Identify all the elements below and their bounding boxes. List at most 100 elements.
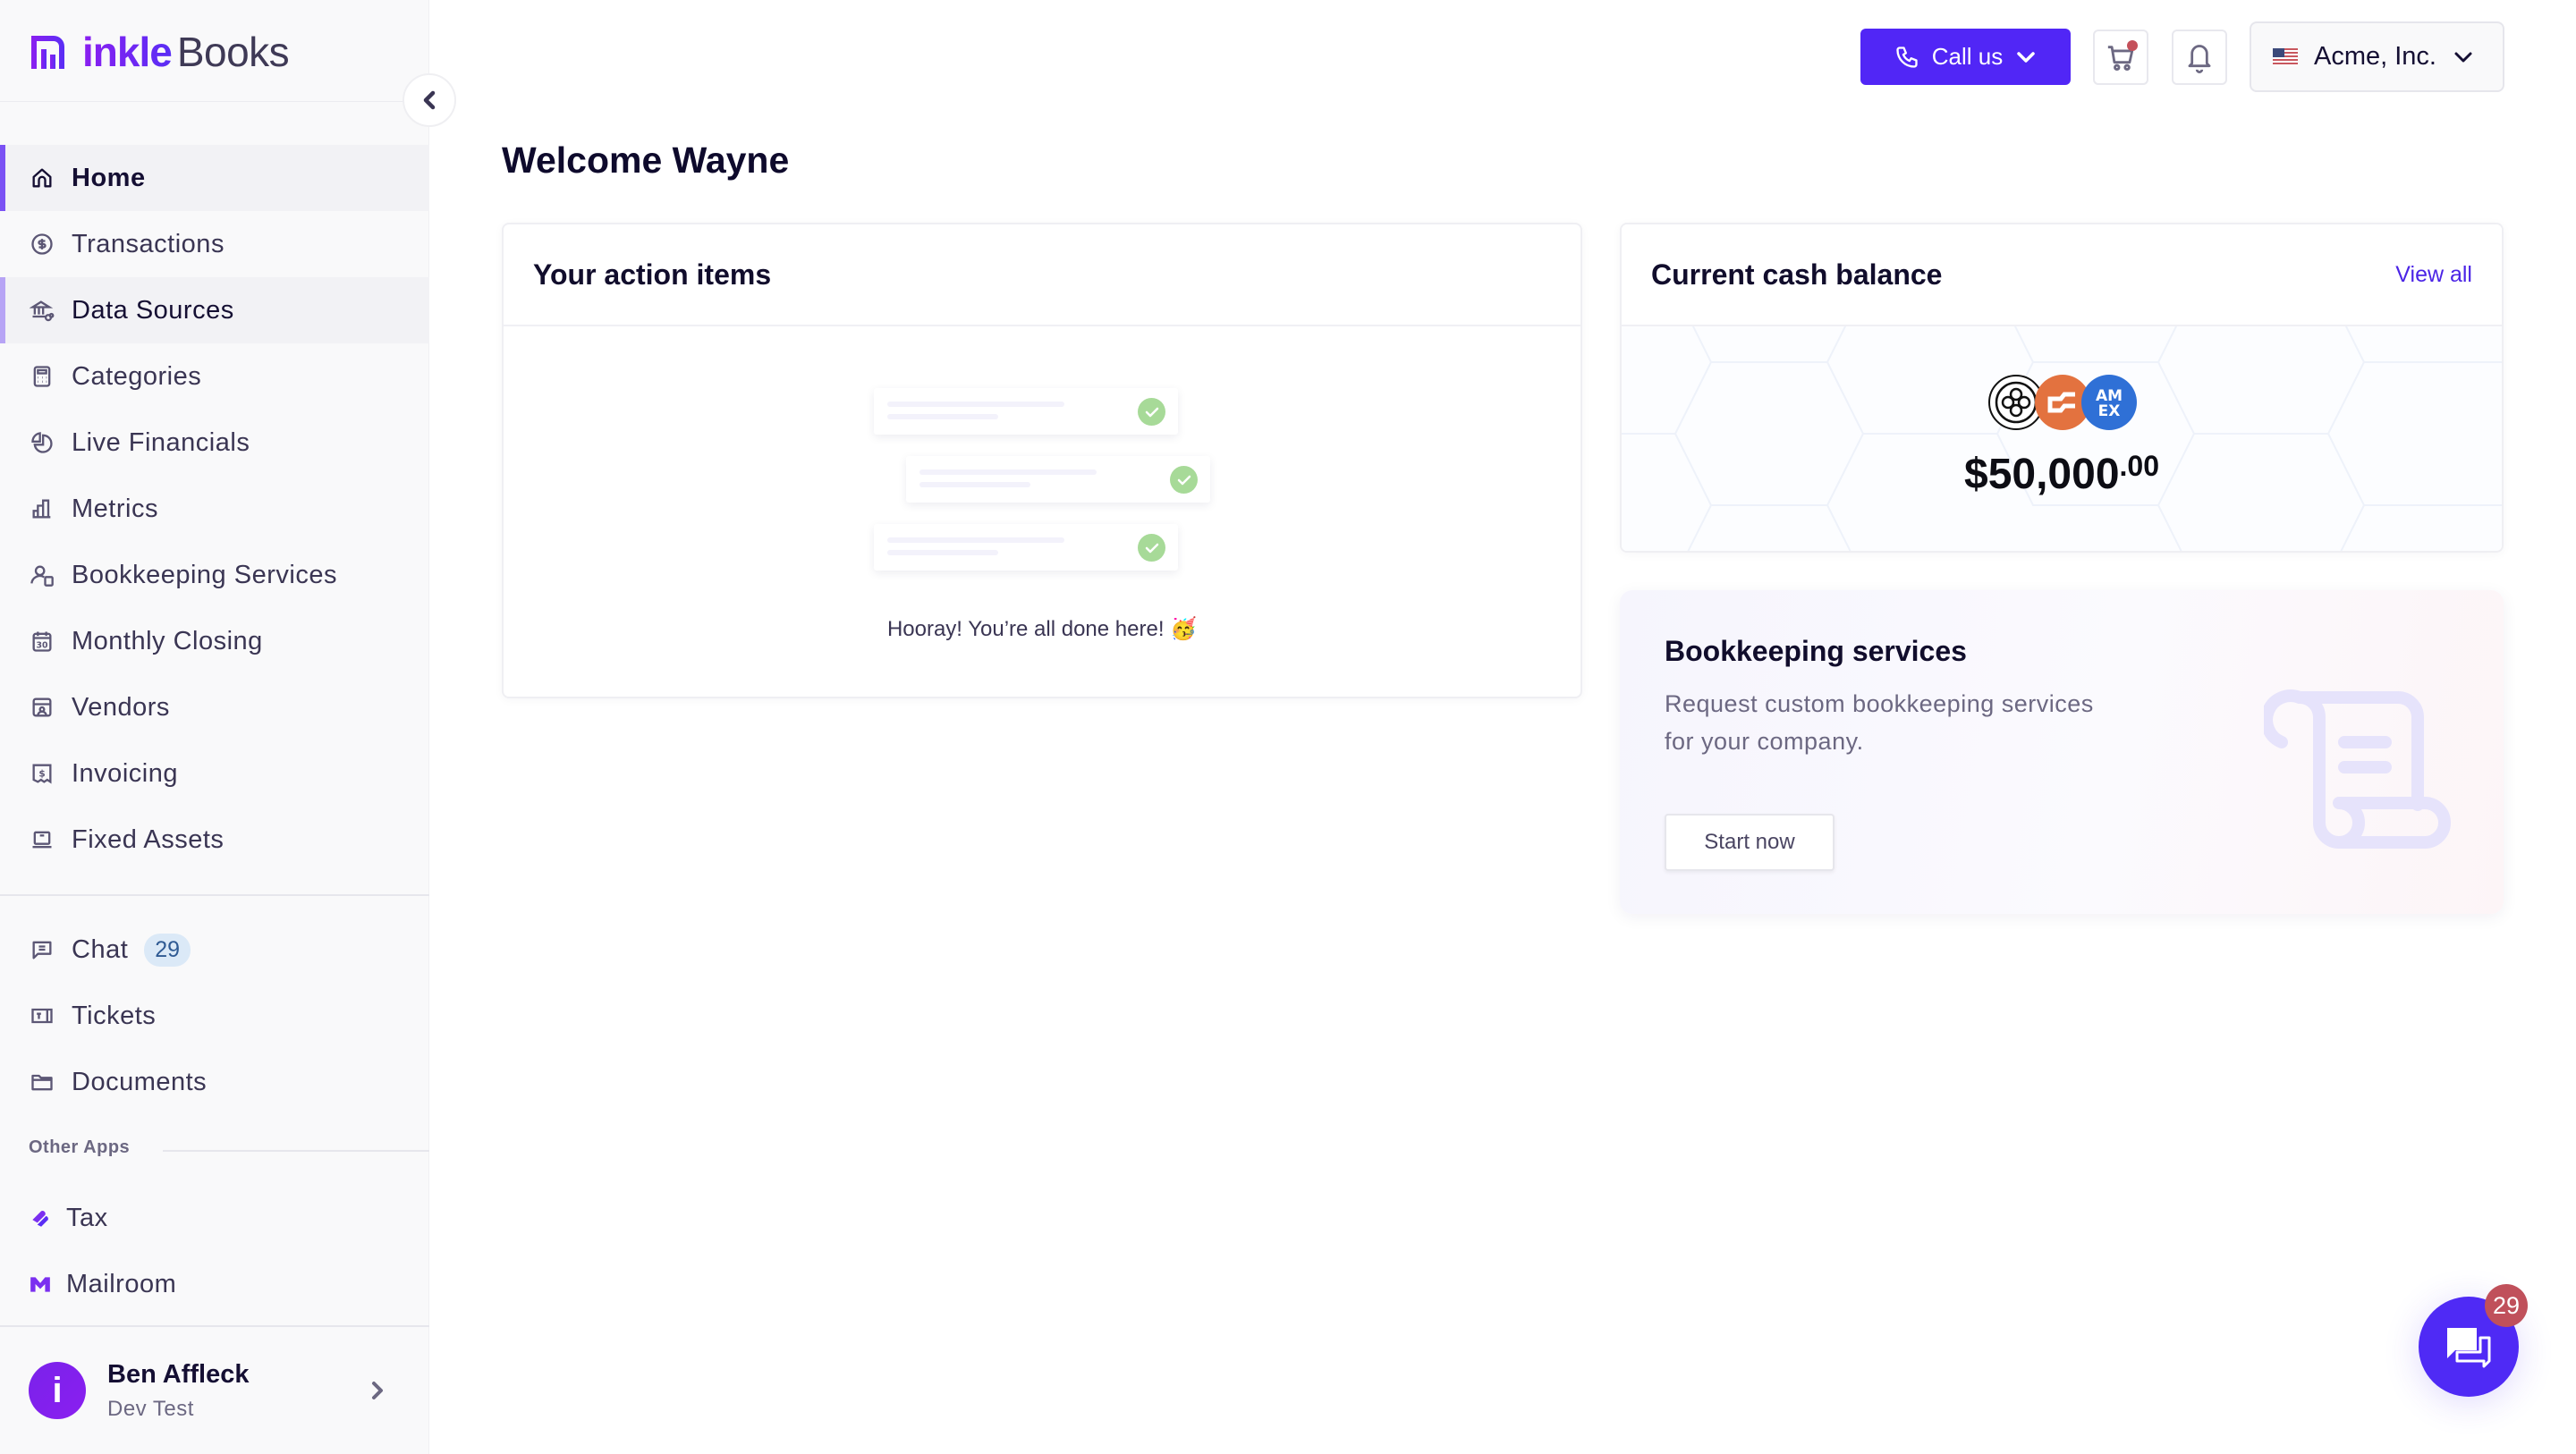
avatar: i bbox=[29, 1362, 86, 1419]
sidebar-item-label: Monthly Closing bbox=[72, 626, 263, 655]
bank-link-icon bbox=[29, 297, 55, 324]
tax-logo-icon bbox=[29, 1206, 52, 1230]
calculator-icon bbox=[29, 363, 55, 390]
bookkeeping-description: Request custom bookkeeping services for … bbox=[1665, 690, 2094, 755]
cart-button[interactable] bbox=[2093, 30, 2148, 85]
sidebar-item-tickets[interactable]: Tickets bbox=[0, 983, 429, 1049]
sidebar-app-tax[interactable]: Tax bbox=[0, 1187, 429, 1249]
sidebar-app-mailroom[interactable]: Mailroom bbox=[0, 1253, 429, 1315]
chat-count-badge: 29 bbox=[144, 933, 191, 967]
cart-notification-dot bbox=[2127, 40, 2138, 51]
brand-logo[interactable]: inkle Books bbox=[29, 29, 290, 75]
sidebar-item-label: Invoicing bbox=[72, 758, 178, 788]
sidebar-item-transactions[interactable]: Transactions bbox=[0, 211, 429, 277]
sidebar-divider bbox=[0, 101, 429, 102]
sidebar: inkle Books Home Transactions Data Sourc… bbox=[0, 0, 429, 1454]
sidebar-item-label: Categories bbox=[72, 361, 202, 391]
bell-icon bbox=[2188, 45, 2211, 73]
chevron-right-icon bbox=[372, 1382, 383, 1399]
phone-icon bbox=[1896, 46, 1918, 68]
action-items-title: Your action items bbox=[533, 258, 772, 291]
page-title: Welcome Wayne bbox=[502, 139, 790, 181]
dollar-circle-icon bbox=[29, 231, 55, 258]
user-subtitle: Dev Test bbox=[107, 1396, 194, 1421]
svg-text:EX: EX bbox=[2098, 402, 2121, 420]
balance-main: $50,000 bbox=[1964, 451, 2120, 498]
user-profile-menu[interactable]: i Ben Affleck Dev Test bbox=[0, 1327, 429, 1454]
illustration-task-card bbox=[874, 524, 1178, 571]
sidebar-item-label: Transactions bbox=[72, 229, 225, 258]
illustration-task-card bbox=[906, 456, 1210, 503]
bookkeeping-services-card: Bookkeeping services Request custom book… bbox=[1620, 590, 2504, 914]
balance-cents: .00 bbox=[2119, 450, 2159, 482]
svg-text:$: $ bbox=[38, 769, 45, 780]
sidebar-item-label: Vendors bbox=[72, 692, 170, 722]
sidebar-item-label: Live Financials bbox=[72, 427, 250, 457]
sidebar-item-label: Fixed Assets bbox=[72, 824, 225, 854]
pie-chart-icon bbox=[29, 429, 55, 456]
company-name: Acme, Inc. bbox=[2314, 42, 2436, 71]
sidebar-item-categories[interactable]: Categories bbox=[0, 343, 429, 410]
sidebar-item-home[interactable]: Home bbox=[0, 145, 429, 211]
sidebar-item-label: Bookkeeping Services bbox=[72, 560, 337, 589]
user-name: Ben Affleck bbox=[107, 1359, 250, 1389]
sidebar-item-label: Documents bbox=[72, 1067, 208, 1096]
receipt-icon: $ bbox=[29, 760, 55, 787]
sidebar-item-label: Metrics bbox=[72, 494, 158, 523]
cash-balance-title: Current cash balance bbox=[1651, 258, 1943, 291]
brand-name-inkle: inkle bbox=[82, 29, 173, 75]
company-selector[interactable]: Acme, Inc. bbox=[2250, 21, 2504, 92]
chevron-down-icon bbox=[2017, 51, 2035, 63]
home-icon bbox=[29, 165, 55, 191]
chevron-down-icon bbox=[2454, 52, 2472, 62]
sidebar-item-monthly-closing[interactable]: 30 Monthly Closing bbox=[0, 608, 429, 674]
view-all-link[interactable]: View all bbox=[2395, 262, 2472, 288]
action-items-card: Your action items Hooray! You’re all don… bbox=[502, 223, 1582, 698]
call-us-button[interactable]: Call us bbox=[1860, 29, 2071, 85]
ticket-icon bbox=[29, 1002, 55, 1029]
start-now-button[interactable]: Start now bbox=[1665, 814, 1835, 871]
illustration-task-card bbox=[874, 388, 1178, 435]
sidebar-item-documents[interactable]: Documents bbox=[0, 1049, 429, 1115]
cash-balance-amount: $50,000.00 bbox=[1622, 450, 2502, 499]
brand-name-books: Books bbox=[176, 29, 290, 75]
sidebar-item-invoicing[interactable]: $ Invoicing bbox=[0, 740, 429, 807]
sidebar-item-label: Tickets bbox=[72, 1001, 157, 1030]
collapse-sidebar-button[interactable] bbox=[402, 73, 456, 127]
sidebar-item-label: Data Sources bbox=[72, 295, 234, 325]
other-apps-divider bbox=[163, 1150, 429, 1152]
sidebar-item-vendors[interactable]: Vendors bbox=[0, 674, 429, 740]
call-us-label: Call us bbox=[1931, 43, 2004, 70]
notifications-button[interactable] bbox=[2172, 30, 2227, 85]
sidebar-item-data-sources[interactable]: Data Sources bbox=[0, 277, 429, 343]
sidebar-item-live-financials[interactable]: Live Financials bbox=[0, 410, 429, 476]
sidebar-app-label: Tax bbox=[66, 1203, 108, 1232]
us-flag-icon bbox=[2273, 47, 2298, 66]
laptop-icon bbox=[29, 826, 55, 853]
other-apps-heading: Other Apps bbox=[29, 1137, 131, 1157]
inkle-logo-icon bbox=[31, 36, 64, 69]
sidebar-item-fixed-assets[interactable]: Fixed Assets bbox=[0, 807, 429, 873]
sidebar-app-label: Mailroom bbox=[66, 1269, 177, 1298]
empty-state-message: Hooray! You’re all done here! 🥳 bbox=[886, 617, 1198, 641]
chat-widget-badge: 29 bbox=[2485, 1284, 2528, 1327]
user-calculator-icon bbox=[29, 562, 55, 588]
chevron-left-icon bbox=[423, 90, 436, 110]
sidebar-divider bbox=[0, 894, 429, 896]
sidebar-item-chat[interactable]: Chat 29 bbox=[0, 917, 429, 983]
sidebar-item-label: Home bbox=[72, 163, 146, 192]
scroll-document-icon bbox=[2264, 689, 2451, 849]
check-circle-icon bbox=[1138, 534, 1165, 562]
sidebar-item-metrics[interactable]: Metrics bbox=[0, 476, 429, 542]
chat-icon bbox=[29, 936, 55, 963]
sidebar-item-bookkeeping-services[interactable]: Bookkeeping Services bbox=[0, 542, 429, 608]
calendar-30-icon: 30 bbox=[29, 628, 55, 655]
check-circle-icon bbox=[1138, 398, 1165, 426]
cash-balance-card: Current cash balance View all AM EX $50,0… bbox=[1620, 223, 2504, 553]
bookkeeping-title: Bookkeeping services bbox=[1665, 635, 1967, 667]
mailroom-logo-icon bbox=[29, 1272, 52, 1296]
bank-logos: AM EX bbox=[1988, 375, 2137, 432]
amex-logo-icon: AM EX bbox=[2081, 375, 2137, 430]
store-icon bbox=[29, 694, 55, 721]
check-circle-icon bbox=[1170, 466, 1198, 494]
